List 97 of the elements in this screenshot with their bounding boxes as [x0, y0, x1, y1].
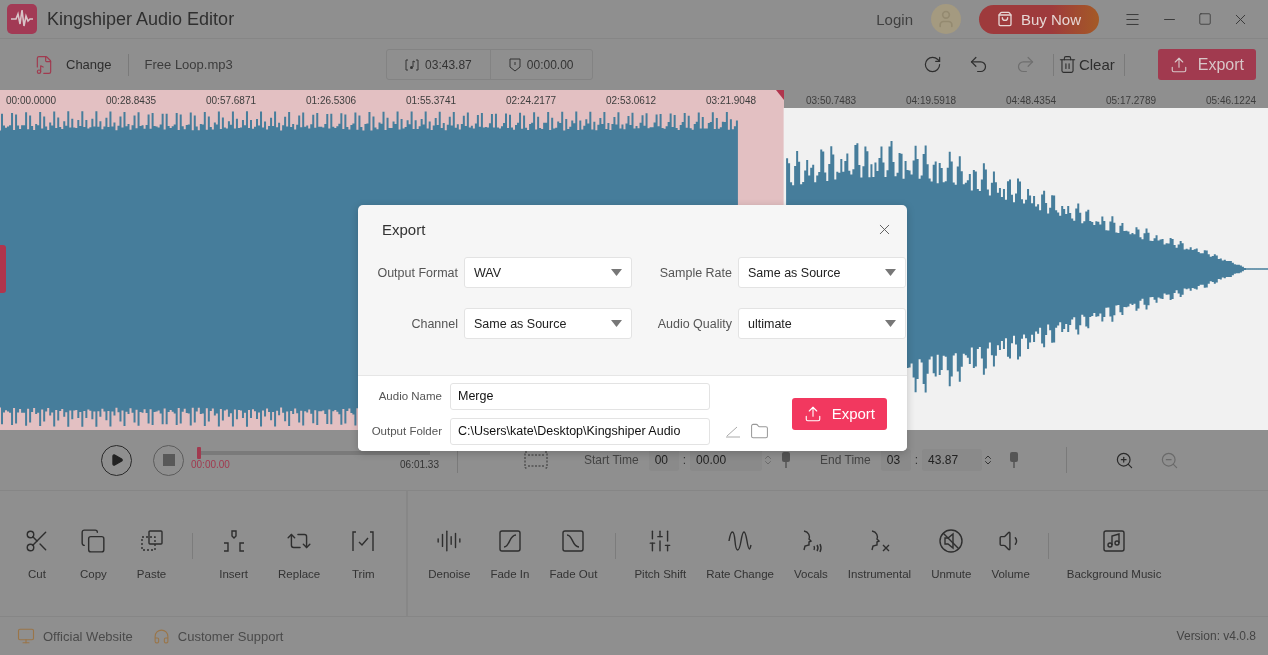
setting-dropdown[interactable]: WAV: [464, 257, 632, 288]
end-seconds-field[interactable]: 43.87: [922, 449, 983, 471]
copy-icon: [80, 527, 107, 554]
caret-icon: [611, 320, 622, 327]
music-note-icon: [1101, 527, 1128, 554]
audio-name-field[interactable]: Merge: [450, 382, 710, 410]
start-seconds-field[interactable]: 00.00: [690, 449, 763, 471]
tool-button[interactable]: Denoise: [428, 527, 471, 580]
ruler-time: 01:55.3741: [406, 95, 457, 106]
version-text: Version: v4.0.8: [1176, 629, 1256, 643]
end-marker-icon[interactable]: [775, 90, 784, 100]
start-time-label: Start Time: [584, 453, 639, 467]
ruler-time: 00:00.0000: [6, 95, 57, 106]
pin-icon[interactable]: [782, 452, 791, 468]
ruler-time: 02:24.2177: [506, 95, 557, 106]
zoom-in-icon[interactable]: [1115, 450, 1135, 470]
setting-dropdown[interactable]: Same as Source: [738, 257, 906, 288]
music-file-icon: [34, 54, 54, 75]
upload-icon: [803, 404, 822, 423]
ruler-time: 01:26.5306: [306, 95, 357, 106]
position-text: 00:00.00: [526, 57, 574, 72]
selection-icon[interactable]: [524, 451, 548, 469]
time-colon: :: [682, 453, 687, 467]
ruler-time: 03:50.7483: [806, 95, 857, 106]
dialog-title: Export: [382, 220, 426, 238]
note-bracket-icon: [405, 58, 420, 71]
setting-label: Channel: [410, 316, 458, 331]
shield-icon: [508, 57, 521, 72]
stop-icon: [162, 454, 175, 466]
customer-support-link[interactable]: Customer Support: [152, 627, 284, 645]
tool-button[interactable]: Trim: [350, 527, 377, 580]
output-folder-field[interactable]: C:\Users\kate\Desktop\Kingshiper Audio: [450, 417, 710, 445]
tool-button[interactable]: Fade Out: [549, 527, 598, 580]
dialog-export-button[interactable]: Export: [791, 397, 887, 430]
setting-label: Audio Quality: [656, 316, 732, 331]
end-minutes-field[interactable]: 03: [880, 449, 911, 471]
ruler-time: 05:17.2789: [1106, 95, 1157, 106]
ruler-time: 03:21.9048: [706, 95, 757, 106]
ruler-time: 02:53.0612: [606, 95, 657, 106]
selection-handle[interactable]: [0, 245, 6, 293]
playback-thumb[interactable]: [197, 446, 201, 459]
paste-icon: [138, 527, 165, 554]
output-folder-label: Output Folder: [370, 425, 442, 437]
current-time: 00:00.00: [191, 458, 230, 470]
headset-icon: [152, 627, 170, 645]
official-website-link[interactable]: Official Website: [17, 627, 133, 645]
total-time: 06:01.33: [400, 458, 439, 470]
ruler-time: 00:28.8435: [106, 95, 157, 106]
monitor-icon: [17, 627, 35, 645]
app-title: Kingshiper Audio Editor: [47, 8, 235, 30]
buy-now-button[interactable]: Buy Now: [978, 4, 1099, 34]
start-minutes-field[interactable]: 00: [648, 449, 679, 471]
ruler-time: 00:57.6871: [206, 95, 257, 106]
setting-dropdown[interactable]: Same as Source: [464, 308, 632, 339]
tool-button[interactable]: Rate Change: [706, 527, 774, 580]
time-colon: :: [914, 453, 919, 467]
tool-button[interactable]: Volume: [991, 527, 1030, 580]
ruler-time: 04:48.4354: [1006, 95, 1057, 106]
tool-button[interactable]: Background Music: [1066, 527, 1162, 580]
tool-button[interactable]: Replace: [278, 527, 321, 580]
end-time-label: End Time: [820, 453, 871, 467]
ruler-time: 04:19.5918: [906, 95, 957, 106]
fade-out-icon: [560, 527, 587, 554]
upload-icon: [1169, 55, 1188, 74]
tool-button[interactable]: Copy: [80, 527, 107, 580]
audio-name-label: Audio Name: [377, 390, 442, 402]
shopping-bag-icon: [996, 11, 1013, 27]
caret-icon: [611, 269, 622, 276]
zoom-out-icon[interactable]: [1160, 450, 1180, 470]
tool-button[interactable]: Paste: [136, 527, 167, 580]
caret-icon: [885, 320, 896, 327]
tool-button[interactable]: Unmute: [931, 527, 972, 580]
ruler-time: 05:46.1224: [1206, 95, 1257, 106]
tool-button[interactable]: Fade In: [490, 527, 530, 580]
setting-dropdown[interactable]: ultimate: [738, 308, 906, 339]
play-icon: [109, 453, 124, 467]
tool-button[interactable]: Cut: [24, 527, 50, 580]
refresh-icon[interactable]: [922, 55, 942, 74]
change-file-button[interactable]: Change: [34, 54, 112, 75]
duration-text: 03:43.87: [425, 57, 472, 72]
app-logo: [7, 4, 37, 34]
tool-button[interactable]: Pitch Shift: [634, 527, 687, 580]
trash-icon: [1057, 55, 1077, 74]
tool-button[interactable]: Instrumental: [847, 527, 912, 580]
pin-icon[interactable]: [1010, 452, 1019, 468]
export-button[interactable]: Export: [1157, 49, 1256, 80]
tool-button[interactable]: Insert: [219, 527, 249, 580]
clear-button[interactable]: Clear: [1057, 55, 1115, 74]
setting-label: Output Format: [376, 265, 458, 280]
login-link[interactable]: Login: [876, 10, 913, 28]
setting-label: Sample Rate: [658, 265, 732, 280]
fade-in-icon: [496, 527, 523, 554]
file-name: Free Loop.mp3: [144, 57, 233, 72]
caret-icon: [885, 269, 896, 276]
muted-speaker-icon: [938, 527, 965, 554]
folder-icon[interactable]: [750, 421, 769, 441]
tool-button[interactable]: Vocals: [793, 527, 828, 580]
